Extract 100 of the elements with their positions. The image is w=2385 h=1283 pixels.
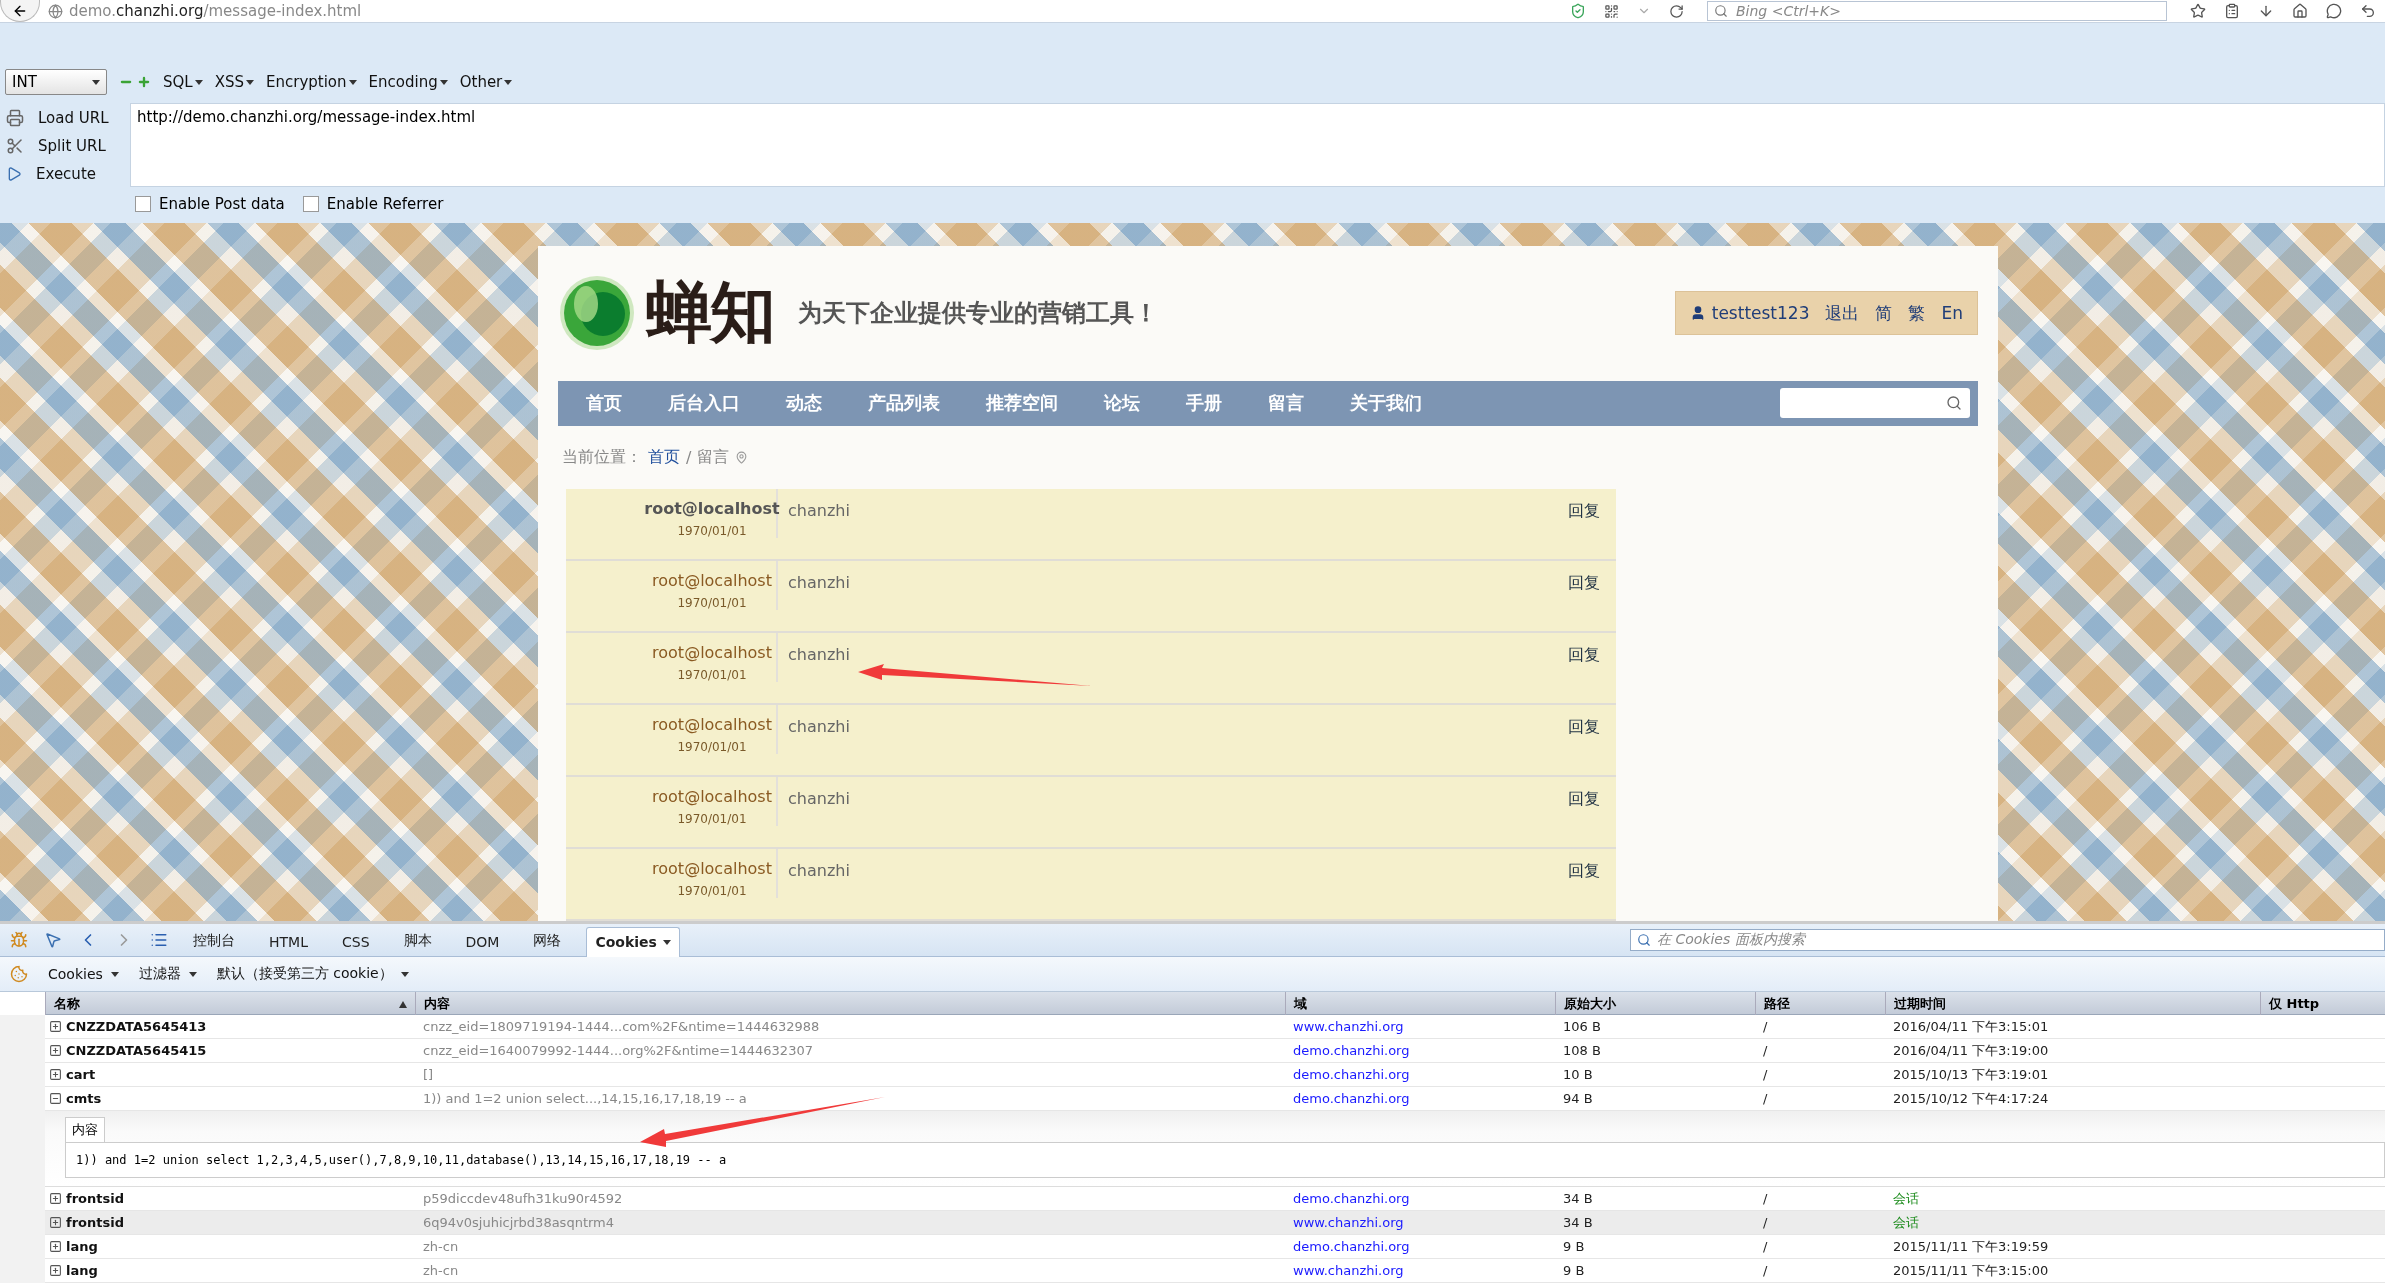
qr-code-icon[interactable]: [1604, 3, 1619, 19]
type-select[interactable]: INT: [5, 69, 107, 95]
panel-tab[interactable]: Cookies: [586, 927, 680, 957]
username-link[interactable]: testtest123: [1711, 303, 1810, 324]
menu-button[interactable]: Encryption: [266, 73, 357, 91]
list-icon[interactable]: [2224, 3, 2240, 19]
reply-link[interactable]: 回复: [1552, 633, 1616, 678]
user-link[interactable]: 繁: [1908, 301, 1926, 325]
message-date: 1970/01/01: [677, 740, 747, 754]
shield-icon[interactable]: [1570, 3, 1586, 19]
message-text: chanzhi: [787, 500, 851, 522]
message-author: root@localhost: [652, 715, 772, 734]
cookie-name: frontsid: [66, 1191, 124, 1206]
action-button[interactable]: Split URL: [0, 133, 130, 159]
panel-tab[interactable]: 网络: [524, 925, 571, 957]
cookie-size: 106 B: [1562, 1019, 1602, 1034]
reply-link[interactable]: 回复: [1552, 705, 1616, 750]
panel-tab[interactable]: CSS: [332, 927, 379, 957]
message-date: 1970/01/01: [677, 884, 747, 898]
reply-link[interactable]: 回复: [1552, 777, 1616, 822]
cookie-domain: www.chanzhi.org: [1292, 1019, 1405, 1034]
table-row[interactable]: CNZZDATA5645413 cnzz_eid=1809719194-1444...com%2F&ntime=1444632988 www.chanzhi.org 106 B / 2016/04/11 下午3:15:01: [45, 1015, 2385, 1039]
caret-icon: [110, 971, 119, 977]
message-author: root@localhost: [652, 859, 772, 878]
logo-icon: [558, 274, 636, 353]
reply-link[interactable]: 回复: [1552, 489, 1616, 534]
plus-icon[interactable]: [137, 75, 151, 89]
menu-button[interactable]: Other: [459, 73, 513, 91]
reload-icon[interactable]: [1669, 3, 1684, 19]
cookie-path: /: [1762, 1019, 1769, 1034]
message-text: chanzhi: [787, 860, 851, 882]
message-text: chanzhi: [787, 716, 851, 738]
user-link[interactable]: 简: [1875, 301, 1893, 325]
toolbar-dropdown[interactable]: 默认（接受第三方 cookie）: [216, 965, 409, 983]
address-bar[interactable]: demo.chanzhi.org/message-index.html: [69, 2, 362, 20]
detail-tab[interactable]: 内容: [65, 1117, 105, 1142]
menu-button[interactable]: SQL: [163, 73, 203, 91]
cookie-value: cnzz_eid=1809719194-1444...com%2F&ntime=1444632988: [422, 1019, 821, 1034]
cookie-search-field[interactable]: 在 Cookies 面板内搜索: [1630, 929, 2385, 951]
search-icon: [1946, 395, 1962, 412]
url-field[interactable]: http://demo.chanzhi.org/message-index.html: [130, 103, 2385, 187]
undo-icon[interactable]: [2360, 3, 2376, 19]
cookie-expiry: 2015/11/11 下午3:19:59: [1892, 1237, 2050, 1256]
play-icon: [6, 166, 22, 182]
cookie-domain: demo.chanzhi.org: [1292, 1239, 1411, 1254]
list-icon[interactable]: [150, 931, 168, 949]
panel-tab[interactable]: 控制台: [184, 925, 244, 957]
checkbox[interactable]: [135, 196, 151, 212]
caret-icon: [504, 79, 513, 85]
expand-icon[interactable]: [49, 1068, 62, 1081]
cookie-value: 6q94v0sjuhicjrbd38asqntrm4: [422, 1215, 616, 1230]
back-button[interactable]: [0, 0, 40, 22]
cookie-icon[interactable]: [10, 965, 28, 983]
search-icon: [1637, 933, 1651, 947]
cookie-path: /: [1762, 1215, 1769, 1230]
caret-icon: [439, 79, 448, 85]
expand-icon[interactable]: [49, 1216, 62, 1229]
message-text: chanzhi: [787, 572, 851, 594]
cookie-path: /: [1762, 1239, 1769, 1254]
user-link[interactable]: 退出: [1825, 301, 1860, 325]
reply-link[interactable]: 回复: [1552, 849, 1616, 894]
search-field[interactable]: Bing <Ctrl+K>: [1707, 1, 2167, 21]
toolbar-dropdown[interactable]: 过滤器: [138, 965, 197, 983]
expand-icon[interactable]: [49, 1020, 62, 1033]
chat-icon[interactable]: [2326, 3, 2342, 19]
panel-tab[interactable]: 脚本: [394, 925, 441, 957]
cookie-path: /: [1762, 1263, 1769, 1278]
menu-button[interactable]: Encoding: [368, 73, 448, 91]
expand-icon[interactable]: [49, 1044, 62, 1057]
reply-link[interactable]: 回复: [1552, 561, 1616, 606]
cookie-name: cart: [66, 1067, 96, 1082]
expand-icon[interactable]: [49, 1240, 62, 1253]
cookie-expiry: 2016/04/11 下午3:19:00: [1892, 1041, 2050, 1060]
home-icon[interactable]: [2292, 3, 2308, 19]
panel-tab[interactable]: DOM: [456, 927, 509, 957]
toolbar-dropdown[interactable]: Cookies: [48, 966, 119, 982]
printer-icon: [6, 109, 24, 127]
cookie-name: lang: [66, 1263, 98, 1278]
cookie-value: p59diccdev48ufh31ku90r4592: [422, 1191, 624, 1206]
checkbox[interactable]: [302, 196, 319, 212]
menu-button[interactable]: XSS: [214, 73, 254, 91]
breadcrumb-link[interactable]: 首页: [648, 447, 680, 468]
panel-tab[interactable]: HTML: [260, 927, 317, 957]
message-date: 1970/01/01: [677, 596, 747, 610]
action-button[interactable]: Load URL: [0, 105, 130, 131]
expand-icon[interactable]: [49, 1264, 62, 1277]
message-author: root@localhost: [644, 499, 780, 518]
checkbox-label: Enable Referrer: [326, 195, 444, 213]
collapse-icon[interactable]: [49, 1092, 62, 1105]
download-icon[interactable]: [2258, 3, 2274, 19]
message-author: root@localhost: [652, 571, 772, 590]
user-link[interactable]: En: [1941, 303, 1963, 324]
site-search-field[interactable]: [1780, 388, 1970, 419]
pointer-icon[interactable]: [44, 931, 62, 949]
table-row[interactable]: frontsid 6q94v0sjuhicjrbd38asqntrm4 www.chanzhi.org 34 B / 会话: [45, 1211, 2385, 1235]
cookie-name: lang: [66, 1239, 98, 1254]
cookie-expiry: 会话: [1892, 1213, 1920, 1232]
action-button[interactable]: Execute: [0, 161, 130, 187]
expand-icon[interactable]: [49, 1192, 62, 1205]
star-icon[interactable]: [2190, 3, 2206, 19]
